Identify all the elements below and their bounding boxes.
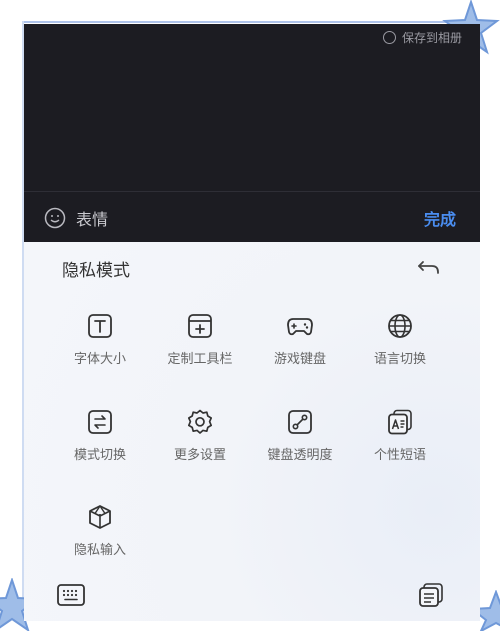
clipboard-icon[interactable] <box>416 582 446 608</box>
save-to-album-label: 保存到相册 <box>401 31 462 45</box>
gear-icon <box>187 409 213 434</box>
custom-toolbar-icon <box>188 314 212 338</box>
frame-top-border <box>22 21 482 23</box>
panel-title: 隐私模式 <box>62 261 130 281</box>
menu-item-custom-toolbar[interactable]: 定制工具栏 <box>150 312 250 367</box>
keyboard-menu-panel: 隐私模式 字体大小 定制工具栏 游戏键盘 语言切换 模式切换 更多设置 键盘透明… <box>24 242 480 621</box>
radio-circle-icon[interactable] <box>382 31 396 44</box>
menu-item-label: 模式切换 <box>73 448 126 463</box>
phrases-icon <box>388 409 412 435</box>
smiley-icon <box>44 207 66 229</box>
menu-item-mode-switch[interactable]: 模式切换 <box>50 408 150 463</box>
menu-item-label: 更多设置 <box>173 448 226 463</box>
menu-item-label: 定制工具栏 <box>167 352 233 367</box>
menu-item-label: 字体大小 <box>73 352 126 367</box>
mode-switch-icon <box>88 410 112 434</box>
divider <box>24 191 480 192</box>
done-button[interactable]: 完成 <box>424 206 456 230</box>
emoji-button[interactable]: 表情 <box>44 206 108 230</box>
font-size-icon <box>88 314 112 338</box>
menu-item-more-settings[interactable]: 更多设置 <box>150 408 250 463</box>
transparency-icon <box>288 410 312 434</box>
menu-item-privacy-input[interactable]: 隐私输入 <box>50 503 150 558</box>
dark-text-area: 保存到相册 表情 完成 <box>24 24 480 242</box>
menu-item-label: 语言切换 <box>373 352 426 367</box>
menu-item-label: 键盘透明度 <box>267 448 333 463</box>
menu-item-keyboard-transparency[interactable]: 键盘透明度 <box>250 408 350 463</box>
menu-item-personal-phrases[interactable]: 个性短语 <box>350 408 450 463</box>
save-to-album-option[interactable]: 保存到相册 <box>382 29 462 46</box>
menu-item-game-keyboard[interactable]: 游戏键盘 <box>250 312 350 367</box>
menu-item-label: 个性短语 <box>373 448 426 463</box>
globe-icon <box>388 314 412 338</box>
menu-item-label: 隐私输入 <box>73 543 126 558</box>
keyboard-icon[interactable] <box>56 582 86 608</box>
menu-item-language-switch[interactable]: 语言切换 <box>350 312 450 367</box>
back-arrow-icon[interactable] <box>417 256 441 278</box>
gamepad-icon <box>287 318 313 336</box>
menu-item-font-size[interactable]: 字体大小 <box>50 312 150 367</box>
privacy-input-icon <box>89 505 111 529</box>
menu-item-label: 游戏键盘 <box>273 352 326 367</box>
emoji-label: 表情 <box>76 210 109 229</box>
